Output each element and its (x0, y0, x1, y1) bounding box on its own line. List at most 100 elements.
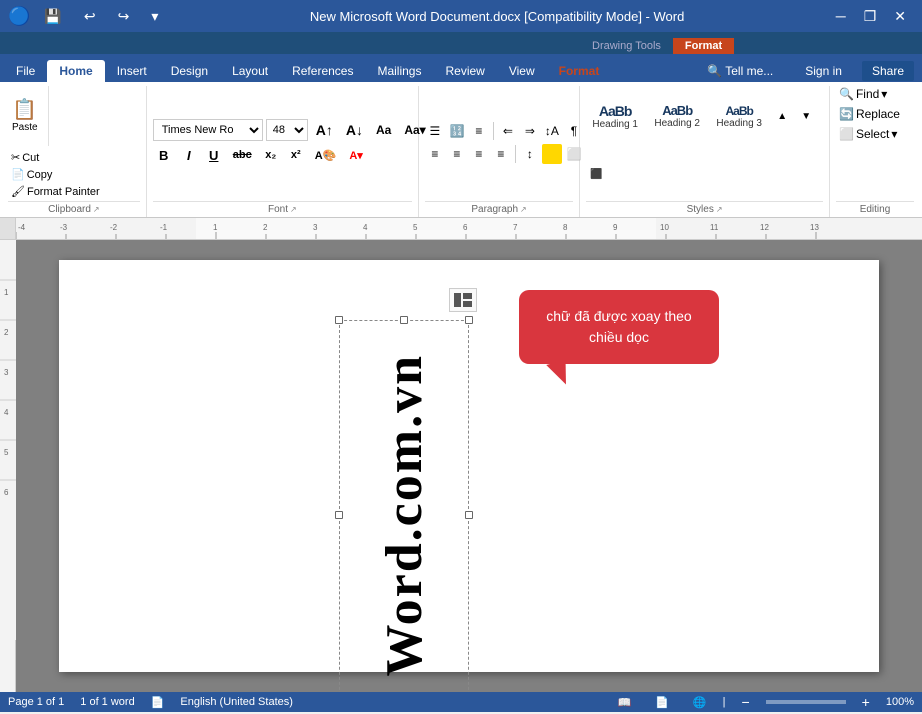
tab-mailings[interactable]: Mailings (365, 60, 433, 82)
format-context-tab[interactable]: Format (673, 38, 734, 54)
font-grow-btn[interactable]: A↑ (311, 119, 338, 141)
callout-text: chữ đã được xoay theo chiều dọc (546, 308, 691, 345)
tell-me-btn[interactable]: 🔍 Tell me... (695, 60, 785, 82)
line-spacing-btn[interactable]: ↕ (520, 144, 540, 164)
bullets-btn[interactable]: ☰ (425, 121, 445, 141)
tab-view[interactable]: View (497, 60, 547, 82)
tab-layout[interactable]: Layout (220, 60, 280, 82)
svg-text:6: 6 (4, 488, 9, 497)
sort-btn[interactable]: ↕A (542, 121, 562, 141)
svg-text:6: 6 (463, 223, 468, 232)
select-btn[interactable]: ⬜ Select ▾ (836, 126, 900, 142)
clipboard-content: 📋 Paste ✂ Cut 📄 Copy 🖌 Format Painter (8, 86, 140, 199)
page-indicator: Page 1 of 1 (8, 696, 64, 708)
share-btn[interactable]: Share (862, 61, 914, 81)
svg-text:9: 9 (613, 223, 618, 232)
status-bar: Page 1 of 1 1 of 1 word 📄 English (Unite… (0, 692, 922, 712)
word-count: 1 of 1 word (80, 696, 134, 708)
undo-btn[interactable]: ↩ (76, 4, 104, 29)
restore-btn[interactable]: ❐ (856, 4, 885, 29)
text-box-container[interactable]: ↺ Word.com.vn (339, 320, 469, 692)
style-heading3[interactable]: AaBb Heading 3 (710, 102, 768, 131)
align-center-btn[interactable]: ≡ (447, 144, 467, 164)
clipboard-label: Clipboard ↗ (8, 201, 140, 217)
svg-text:-2: -2 (110, 223, 118, 232)
web-layout-btn[interactable]: 🌐 (685, 692, 715, 713)
styles-expand[interactable]: ⬛ (586, 165, 606, 185)
zoom-slider[interactable] (766, 700, 846, 704)
svg-text:-4: -4 (18, 223, 26, 232)
shading-btn[interactable] (542, 144, 562, 164)
ruler-corner (0, 218, 16, 240)
strikethrough-btn[interactable]: abc (228, 144, 257, 166)
copy-btn[interactable]: 📄 Copy (8, 167, 103, 182)
tab-review[interactable]: Review (433, 60, 496, 82)
print-layout-btn[interactable]: 📄 (647, 692, 677, 713)
paste-btn[interactable]: 📋 Paste (8, 86, 42, 146)
font-group: Times New Ro 48 A↑ A↓ Aa Aa▾ B I U abc x… (147, 86, 419, 217)
title-bar: 🔵 💾 ↩ ↪ ▾ New Microsoft Word Document.do… (0, 0, 922, 32)
decrease-indent-btn[interactable]: ⇐ (498, 121, 518, 141)
font-expand[interactable]: ↗ (290, 205, 297, 214)
font-color-btn[interactable]: A▾ (344, 144, 367, 166)
svg-text:10: 10 (660, 223, 669, 232)
word-icon: 🔵 (8, 6, 30, 27)
ruler-body: -4 -3 -2 -1 1 2 3 4 5 6 7 8 9 (16, 218, 922, 240)
tab-references[interactable]: References (280, 60, 365, 82)
style-heading1[interactable]: AaBb Heading 1 (586, 101, 644, 132)
save-quick-btn[interactable]: 💾 (36, 4, 69, 29)
replace-icon: 🔄 (839, 107, 854, 121)
separator: | (723, 696, 726, 708)
align-right-btn[interactable]: ≡ (469, 144, 489, 164)
handle-top-left[interactable] (335, 316, 343, 324)
clipboard-group: 📋 Paste ✂ Cut 📄 Copy 🖌 Format Painter Cl… (2, 86, 147, 217)
layout-options-btn[interactable] (449, 288, 477, 312)
align-left-btn[interactable]: ≡ (425, 144, 445, 164)
multilevel-btn[interactable]: ≡ (469, 121, 489, 141)
subscript-btn[interactable]: x₂ (260, 144, 282, 166)
find-btn[interactable]: 🔍 Find ▾ (836, 86, 890, 102)
context-tab-bar: Drawing Tools Format (0, 32, 922, 54)
font-size-select[interactable]: 48 (266, 119, 308, 141)
tab-home[interactable]: Home (47, 60, 104, 82)
styles-scroll-up[interactable]: ▲ (772, 106, 792, 126)
handle-middle-right[interactable] (465, 511, 473, 519)
redo-btn[interactable]: ↪ (110, 4, 138, 29)
numbering-btn[interactable]: 🔢 (447, 121, 467, 141)
paragraph-group: ☰ 🔢 ≡ ⇐ ⇒ ↕A ¶ ≡ ≡ ≡ ≡ ↕ ⬜ (419, 86, 580, 217)
read-mode-btn[interactable]: 📖 (610, 692, 640, 713)
font-family-select[interactable]: Times New Ro (153, 119, 263, 141)
justify-btn[interactable]: ≡ (491, 144, 511, 164)
highlight-color-btn[interactable]: A🎨 (310, 144, 342, 166)
tab-format[interactable]: Format (547, 60, 612, 82)
styles-scroll-down[interactable]: ▼ (796, 106, 816, 126)
replace-btn[interactable]: 🔄 Replace (836, 106, 903, 122)
close-btn[interactable]: ✕ (886, 4, 914, 29)
font-label: Font ↗ (153, 201, 412, 217)
customize-btn[interactable]: ▾ (143, 4, 166, 29)
italic-btn[interactable]: I (178, 144, 200, 166)
clipboard-expand[interactable]: ↗ (93, 205, 100, 214)
sign-in-btn[interactable]: Sign in (793, 60, 854, 82)
paragraph-expand[interactable]: ↗ (520, 205, 527, 214)
underline-btn[interactable]: U (203, 144, 225, 166)
clear-format-btn[interactable]: Aa (371, 119, 396, 141)
status-left: Page 1 of 1 1 of 1 word 📄 English (Unite… (8, 696, 293, 709)
handle-middle-left[interactable] (335, 511, 343, 519)
tab-file[interactable]: File (4, 60, 47, 82)
format-painter-btn[interactable]: 🖌 Format Painter (8, 184, 103, 199)
handle-top-right[interactable] (465, 316, 473, 324)
tab-insert[interactable]: Insert (105, 60, 159, 82)
style-heading2[interactable]: AaBb Heading 2 (648, 101, 706, 131)
zoom-out-btn[interactable]: − (733, 690, 757, 714)
superscript-btn[interactable]: x² (285, 144, 307, 166)
styles-expand-btn[interactable]: ↗ (716, 205, 723, 214)
minimize-btn[interactable]: ─ (828, 4, 854, 28)
bold-btn[interactable]: B (153, 144, 175, 166)
tab-design[interactable]: Design (159, 60, 220, 82)
handle-top-center[interactable] (400, 316, 408, 324)
font-shrink-btn[interactable]: A↓ (341, 119, 368, 141)
cut-btn[interactable]: ✂ Cut (8, 150, 103, 165)
increase-indent-btn[interactable]: ⇒ (520, 121, 540, 141)
zoom-in-btn[interactable]: + (854, 690, 878, 714)
